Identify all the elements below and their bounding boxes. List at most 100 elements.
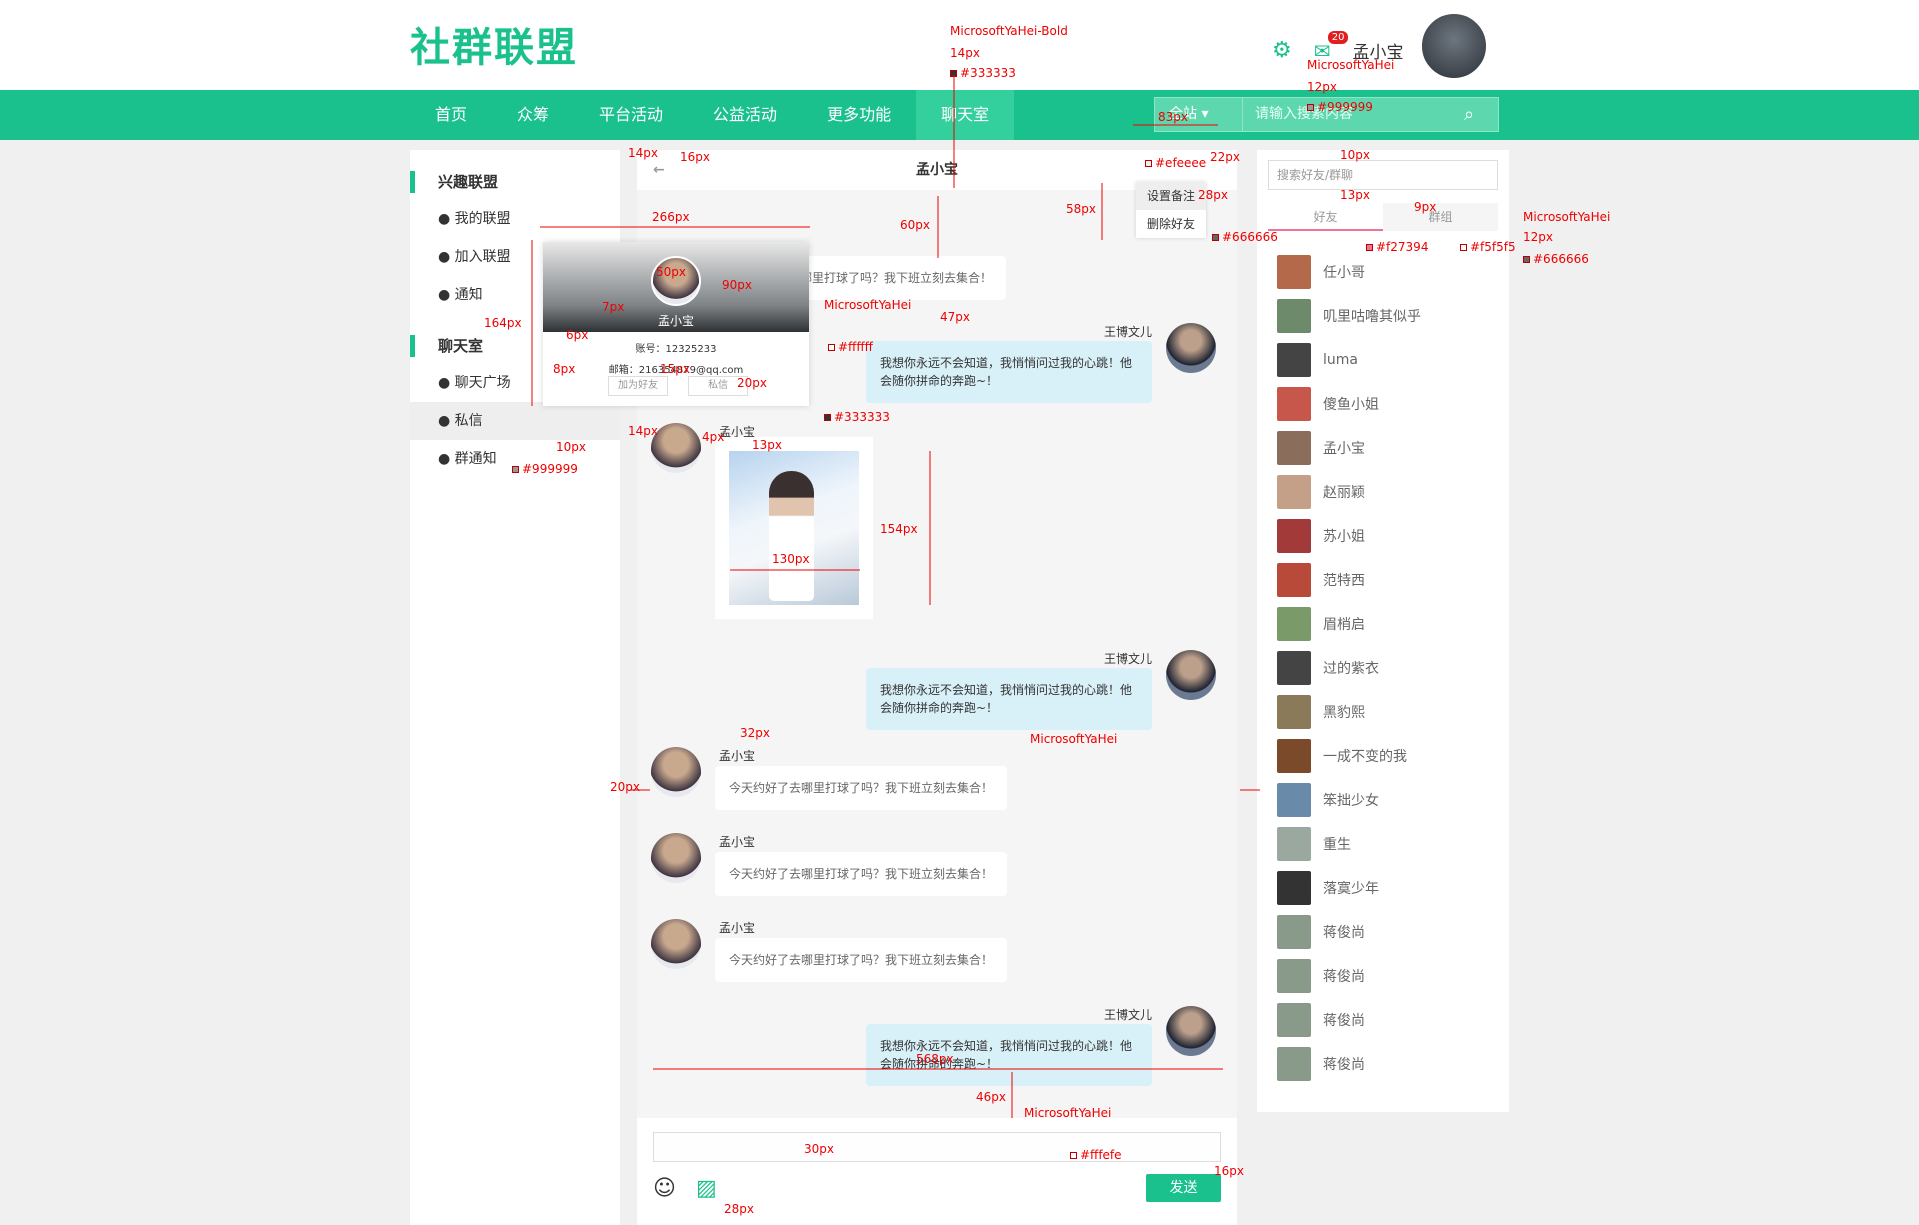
sidebar-item-my-league[interactable]: ● 我的联盟 <box>410 200 620 238</box>
nav-item-chatroom[interactable]: 聊天室 <box>916 90 1015 140</box>
logo-dot <box>588 8 600 20</box>
friend-list-item[interactable]: 赵丽颖 <box>1277 470 1421 514</box>
friend-list-item[interactable]: 蒋俊尚 <box>1277 1042 1421 1086</box>
search-icon[interactable]: ⌕ <box>1464 98 1498 131</box>
chat-title: 孟小宝 <box>916 162 958 178</box>
friend-list-item[interactable]: 叽里咕噜其似乎 <box>1277 294 1421 338</box>
annotation-label: 46px <box>976 1090 1006 1104</box>
annotation-label: 8px <box>553 362 576 376</box>
friend-list-item[interactable]: 蒋俊尚 <box>1277 954 1421 998</box>
menu-item-set-remark[interactable]: 设置备注 <box>1136 182 1206 210</box>
annotation-color: #f27394 <box>1376 240 1429 254</box>
message-image[interactable] <box>729 451 859 605</box>
friend-list-item[interactable]: 孟小宝 <box>1277 426 1421 470</box>
friend-name: 落寞少年 <box>1323 881 1379 897</box>
annotation-color: #efeeee <box>1155 156 1207 170</box>
friend-list-item[interactable]: 蒋俊尚 <box>1277 998 1421 1042</box>
annotation-label: 16px <box>1214 1164 1244 1178</box>
nav-item-charity[interactable]: 公益活动 <box>688 90 802 140</box>
avatar[interactable] <box>1166 323 1216 373</box>
annotation-label: 9px <box>1414 200 1437 214</box>
friend-name: 苏小姐 <box>1323 529 1365 545</box>
avatar[interactable] <box>651 423 701 473</box>
tab-groups[interactable]: 群组 <box>1383 203 1498 231</box>
message-sender-name: 孟小宝 <box>719 835 756 849</box>
tab-friends[interactable]: 好友 <box>1268 203 1383 231</box>
color-swatch <box>1366 244 1373 251</box>
friend-avatar <box>1277 783 1311 817</box>
friend-avatar <box>1277 871 1311 905</box>
friend-name: 孟小宝 <box>1323 441 1365 457</box>
annotation-label: 47px <box>940 310 970 324</box>
annotation-label: 130px <box>772 552 810 566</box>
friend-list-item[interactable]: 傻鱼小姐 <box>1277 382 1421 426</box>
logo[interactable]: 社群联盟 <box>410 15 578 73</box>
annotation-color: #333333 <box>834 410 890 424</box>
chat-options-menu: 设置备注 删除好友 <box>1136 182 1206 238</box>
annotation-label: 164px <box>484 316 522 330</box>
annotation-label: MicrosoftYaHei <box>1030 732 1118 746</box>
annotation-label: MicrosoftYaHei <box>824 298 912 312</box>
send-button[interactable]: 发送 <box>1146 1174 1221 1202</box>
friend-list-item[interactable]: 落寞少年 <box>1277 866 1421 910</box>
color-swatch <box>1307 104 1314 111</box>
friend-list-item[interactable]: 蒋俊尚 <box>1277 910 1421 954</box>
nav-item-more[interactable]: 更多功能 <box>802 90 916 140</box>
add-friend-button[interactable]: 加为好友 <box>608 376 668 396</box>
friend-list-item[interactable]: 笨拙少女 <box>1277 778 1421 822</box>
friend-list-item[interactable]: 黑豹熙 <box>1277 690 1421 734</box>
color-swatch <box>1523 256 1530 263</box>
nav-item-platform-activities[interactable]: 平台活动 <box>574 90 688 140</box>
annotation-label: #999999 <box>512 462 578 476</box>
avatar[interactable] <box>1166 1006 1216 1056</box>
friend-list-item[interactable]: 任小哥 <box>1277 250 1421 294</box>
avatar[interactable] <box>651 747 701 797</box>
friend-list-item[interactable]: 过的紫衣 <box>1277 646 1421 690</box>
color-swatch <box>1070 1152 1077 1159</box>
annotation-color: #999999 <box>1317 100 1373 114</box>
header-avatar[interactable] <box>1420 12 1488 80</box>
friend-search-input[interactable]: 搜索好友/群聊 <box>1268 160 1498 190</box>
annotation-label: 13px <box>1340 188 1370 202</box>
image-message[interactable] <box>715 437 873 619</box>
profile-account: 账号：12325233 <box>635 344 717 355</box>
annotation-label: 15px <box>660 362 690 376</box>
sidebar-item-label: 聊天广场 <box>454 375 511 391</box>
image-upload-icon[interactable]: ▨ <box>696 1176 717 1201</box>
menu-item-delete-friend[interactable]: 删除好友 <box>1136 210 1206 238</box>
avatar[interactable] <box>651 833 701 883</box>
friend-list-item[interactable]: luma <box>1277 338 1421 382</box>
friend-list-item[interactable]: 一成不变的我 <box>1277 734 1421 778</box>
friend-list-item[interactable]: 重生 <box>1277 822 1421 866</box>
message-bubble: 我想你永远不会知道，我悄悄问过我的心跳！他会随你拼命的奔跑~！ <box>866 668 1152 730</box>
nav-item-crowdfunding[interactable]: 众筹 <box>492 90 574 140</box>
sidebar-item-private-message[interactable]: ● 私信 <box>410 402 620 440</box>
color-swatch <box>1145 160 1152 167</box>
avatar[interactable] <box>651 919 701 969</box>
annotation-color: #fffefe <box>1080 1148 1122 1162</box>
message-bubble: 我想你永远不会知道，我悄悄问过我的心跳！他会随你拼命的奔跑~！ <box>866 1024 1152 1086</box>
friend-avatar <box>1277 563 1311 597</box>
message-bubble: 今天约好了去哪里打球了吗？我下班立刻去集合！ <box>715 852 1008 896</box>
friend-avatar <box>1277 607 1311 641</box>
friend-name: 重生 <box>1323 837 1351 853</box>
message-input[interactable] <box>653 1132 1221 1162</box>
friend-avatar <box>1277 651 1311 685</box>
annotation-label: 83px <box>1158 110 1188 124</box>
friend-list-item[interactable]: 苏小姐 <box>1277 514 1421 558</box>
friend-name: 蒋俊尚 <box>1323 1013 1365 1029</box>
message-sender-name: 王博文儿 <box>1104 1008 1153 1022</box>
friend-list-item[interactable]: 范特西 <box>1277 558 1421 602</box>
annotation-label: 12px <box>1307 80 1337 94</box>
friend-name: luma <box>1323 352 1358 368</box>
annotation-label: 30px <box>804 1142 834 1156</box>
friend-name: 过的紫衣 <box>1323 661 1379 677</box>
annotation-label: 10px <box>556 440 586 454</box>
avatar[interactable] <box>1166 650 1216 700</box>
nav-item-home[interactable]: 首页 <box>410 90 492 140</box>
annotation-label: #666666 <box>1523 252 1589 266</box>
friend-list-item[interactable]: 眉梢启 <box>1277 602 1421 646</box>
emoji-icon[interactable]: ☺ <box>653 1176 676 1201</box>
annotation-label: #ffffff <box>828 340 873 354</box>
gear-icon[interactable]: ⚙ <box>1272 38 1292 63</box>
